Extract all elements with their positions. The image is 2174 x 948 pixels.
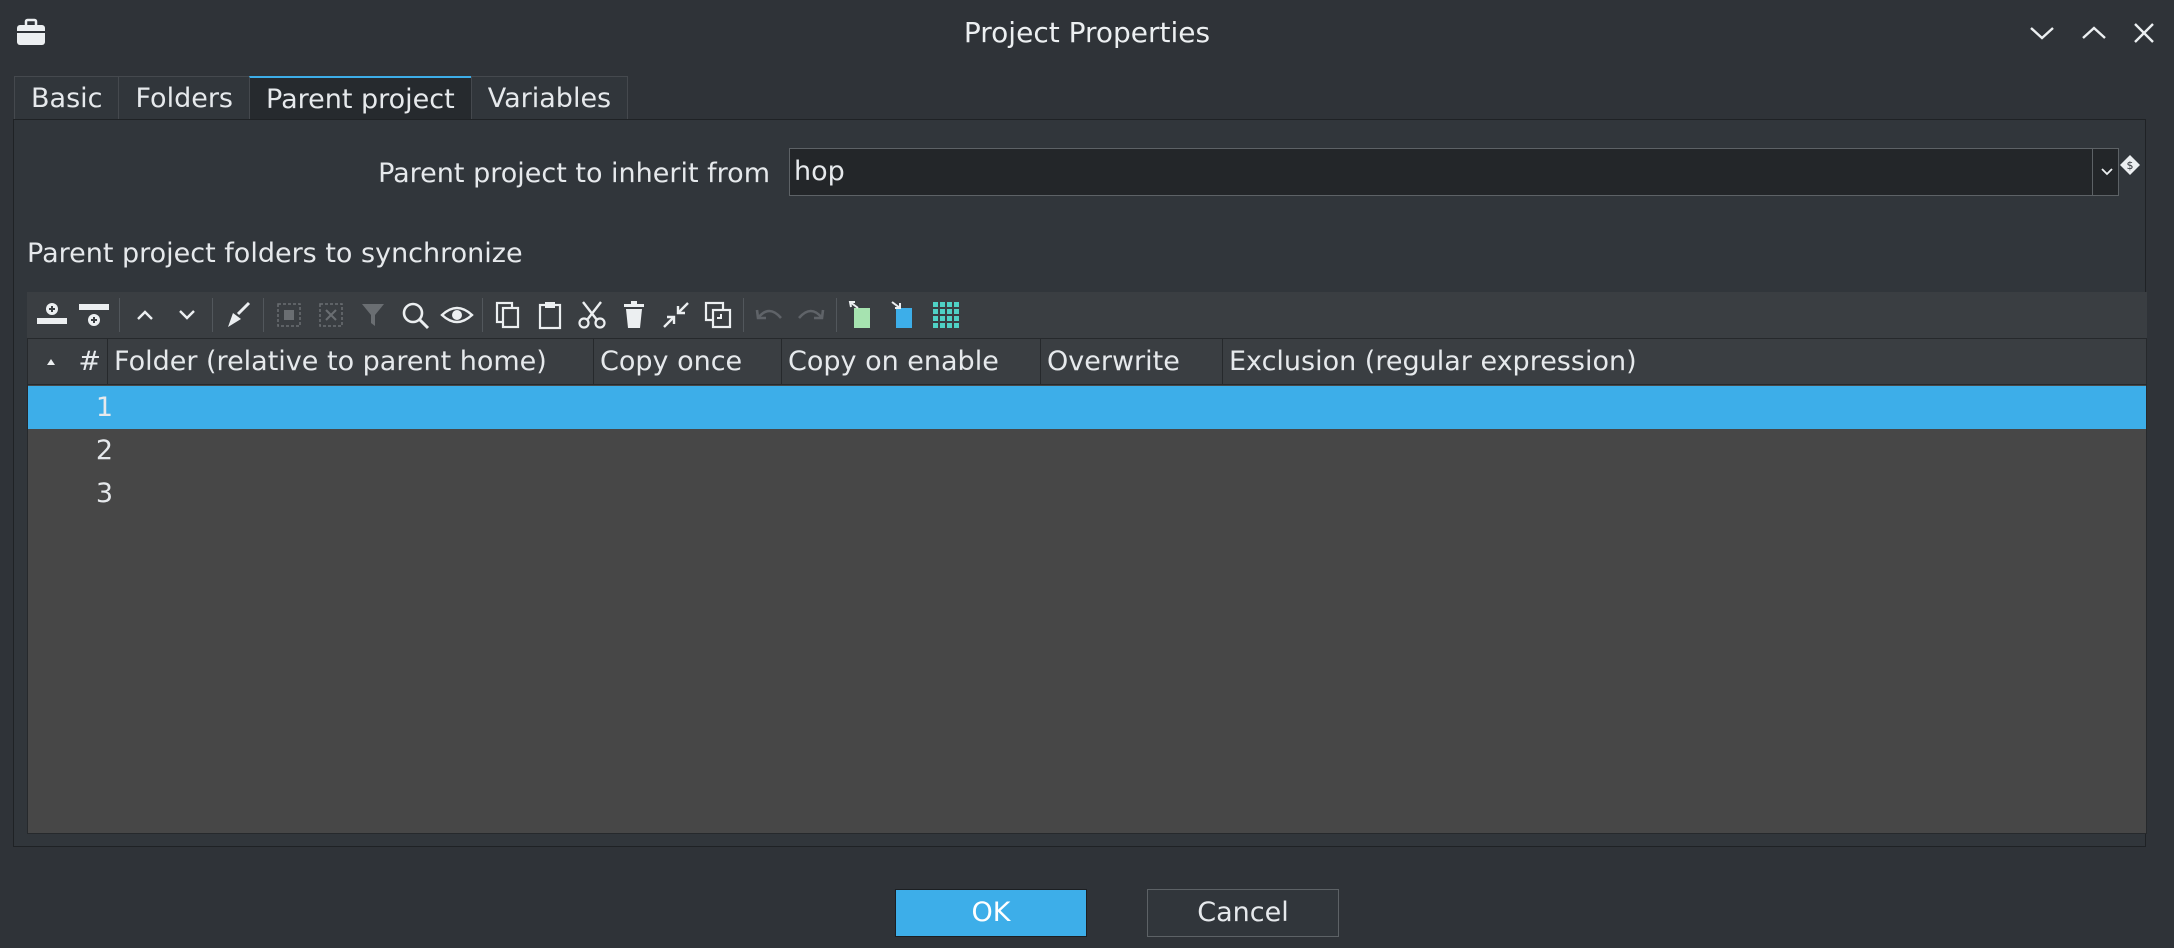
copy-icon[interactable] — [487, 294, 529, 336]
tab-variables[interactable]: Variables — [470, 76, 629, 121]
redo-icon[interactable] — [790, 294, 832, 336]
column-header-folder[interactable]: Folder (relative to parent home) — [108, 339, 594, 385]
chevron-down-icon[interactable] — [2092, 148, 2120, 196]
export-icon[interactable] — [841, 294, 883, 336]
column-header-copy-once[interactable]: Copy once — [594, 339, 782, 385]
table-toolbar — [27, 292, 2147, 338]
column-header-copy-on-enable[interactable]: Copy on enable — [782, 339, 1041, 385]
tab-parent-project[interactable]: Parent project — [249, 76, 472, 122]
row-number: 1 — [95, 392, 113, 423]
column-header-number[interactable]: # — [73, 339, 108, 385]
toolbar-separator — [212, 298, 213, 332]
insert-before-icon[interactable] — [31, 294, 73, 336]
window-title: Project Properties — [963, 16, 1211, 49]
move-down-icon[interactable] — [166, 294, 208, 336]
row-number: 3 — [95, 478, 113, 509]
undo-icon[interactable] — [748, 294, 790, 336]
tab-bar: Basic Folders Parent project Variables — [14, 76, 629, 122]
tab-label: Folders — [135, 83, 233, 114]
tab-folders[interactable]: Folders — [118, 76, 250, 121]
parent-project-combo[interactable] — [789, 148, 2119, 196]
svg-text:$: $ — [2127, 159, 2134, 172]
table-row[interactable]: 1 — [28, 386, 2146, 429]
table-row[interactable]: 3 — [28, 472, 2146, 515]
tab-label: Basic — [31, 83, 103, 114]
tab-basic[interactable]: Basic — [14, 76, 120, 121]
maximize-button[interactable] — [2072, 11, 2116, 55]
import-icon[interactable] — [883, 294, 925, 336]
tab-label: Variables — [487, 83, 612, 114]
toolbar-separator — [263, 298, 264, 332]
cut-icon[interactable] — [571, 294, 613, 336]
insert-after-icon[interactable] — [73, 294, 115, 336]
toolbar-separator — [119, 298, 120, 332]
toolbar-separator — [482, 298, 483, 332]
column-header-exclusion[interactable]: Exclusion (regular expression) — [1223, 339, 2146, 385]
clean-icon[interactable] — [217, 294, 259, 336]
cancel-button[interactable]: Cancel — [1147, 889, 1339, 937]
clear-selection-icon[interactable] — [310, 294, 352, 336]
table-row[interactable]: 2 — [28, 429, 2146, 472]
filter-icon[interactable] — [352, 294, 394, 336]
move-up-icon[interactable] — [124, 294, 166, 336]
trash-icon[interactable] — [613, 294, 655, 336]
select-all-icon[interactable] — [268, 294, 310, 336]
variable-icon[interactable]: $ — [2119, 152, 2141, 175]
collapse-icon[interactable] — [655, 294, 697, 336]
toolbar-separator — [743, 298, 744, 332]
eye-icon[interactable] — [436, 294, 478, 336]
sort-indicator-icon[interactable] — [28, 339, 73, 385]
minimize-button[interactable] — [2020, 11, 2064, 55]
column-header-overwrite[interactable]: Overwrite — [1041, 339, 1223, 385]
search-icon[interactable] — [394, 294, 436, 336]
parent-project-label: Parent project to inherit from — [378, 158, 770, 189]
toolbar-separator — [836, 298, 837, 332]
row-number: 2 — [95, 435, 113, 466]
close-button[interactable] — [2122, 11, 2166, 55]
parent-project-value: hop — [794, 156, 845, 187]
ok-button[interactable]: OK — [895, 889, 1087, 937]
grid-icon[interactable] — [925, 294, 967, 336]
paste-icon[interactable] — [529, 294, 571, 336]
duplicate-icon[interactable] — [697, 294, 739, 336]
tab-label: Parent project — [266, 84, 455, 115]
sync-folders-label: Parent project folders to synchronize — [27, 238, 523, 269]
